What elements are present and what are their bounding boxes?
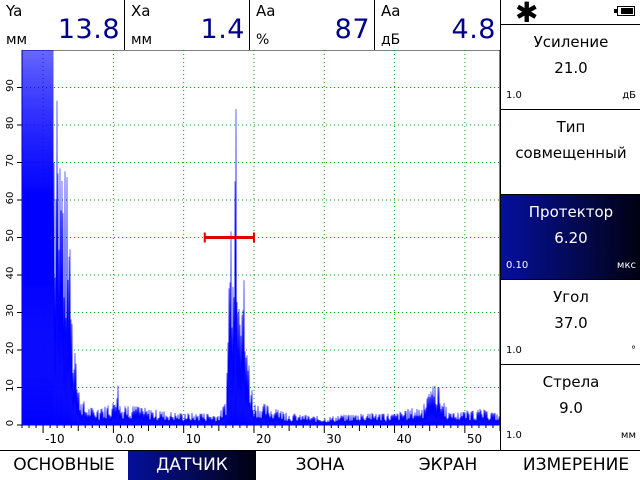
y-tick-label: 20 <box>5 342 16 355</box>
y-tick-label: 70 <box>5 154 16 167</box>
tab-sensor[interactable]: ДАТЧИК <box>128 451 256 480</box>
param-title: Стрела <box>542 373 600 391</box>
measurement-xa: Xa мм 1.4 <box>125 0 250 50</box>
y-tick-label: 60 <box>5 192 16 205</box>
measurement-unit: мм <box>131 32 153 48</box>
status-row: ✱ <box>501 0 640 29</box>
measurement-unit: дБ <box>381 32 401 48</box>
param-step: 0.10 <box>506 260 529 271</box>
param-step: 1.0 <box>506 430 522 441</box>
param-unit: мкс <box>616 260 636 271</box>
param-step: 1.0 <box>506 345 522 356</box>
param-title: Угол <box>553 288 589 306</box>
tab-screen[interactable]: ЭКРАН <box>384 451 512 480</box>
battery-icon <box>614 6 635 16</box>
param-unit: дБ <box>622 90 636 101</box>
measurement-value: 13.8 <box>57 14 120 45</box>
param-value: 21.0 <box>554 59 588 77</box>
param-value: 37.0 <box>554 314 588 332</box>
measurement-aa-percent: Aa % 87 <box>250 0 375 50</box>
param-title: Усиление <box>533 33 609 51</box>
param-value: совмещенный <box>515 144 627 162</box>
y-tick-label: 50 <box>5 229 16 242</box>
param-value: 9.0 <box>559 399 583 417</box>
param-unit: ° <box>631 345 636 356</box>
y-tick-label: 80 <box>5 117 16 130</box>
param-arrow[interactable]: Стрела 9.0 1.0 мм <box>501 365 640 450</box>
measurement-name: Ya <box>6 2 23 20</box>
param-title: Протектор <box>528 203 614 221</box>
x-tick-label: 20 <box>256 432 271 446</box>
param-angle[interactable]: Угол 37.0 1.0 ° <box>501 280 640 365</box>
measurement-name: Xa <box>131 2 151 20</box>
param-step: 1.0 <box>506 90 522 101</box>
param-value: 6.20 <box>554 229 588 247</box>
param-unit: мм <box>620 430 636 441</box>
y-tick-label: 40 <box>5 267 16 280</box>
parameter-panel: ✱ Усиление 21.0 1.0 дБ Тип совмещенный П… <box>500 0 640 450</box>
a-scan-chart[interactable]: 0 10 20 30 40 50 60 70 80 90 -10 0.0 10 20 30 40 50 <box>0 49 501 450</box>
y-tick-label: 90 <box>5 79 16 92</box>
x-tick-label: 50 <box>467 432 482 446</box>
tab-zone[interactable]: ЗОНА <box>256 451 384 480</box>
tab-measurement[interactable]: ИЗМЕРЕНИЕ <box>512 451 640 480</box>
x-tick-label: -10 <box>45 432 65 446</box>
measurement-value: 4.8 <box>451 14 496 45</box>
measurement-name: Aa <box>381 2 401 20</box>
measurement-aa-db: Aa дБ 4.8 <box>375 0 500 50</box>
param-title: Тип <box>556 118 586 136</box>
measurement-bar: Ya мм 13.8 Xa мм 1.4 Aa % 87 Aa дБ 4.8 <box>0 0 500 51</box>
x-tick-label: 40 <box>397 432 412 446</box>
param-gain[interactable]: Усиление 21.0 1.0 дБ <box>501 25 640 110</box>
x-tick-label: 10 <box>186 432 201 446</box>
y-tick-label: 10 <box>5 379 16 392</box>
x-tick-label: 0.0 <box>115 432 134 446</box>
param-protector[interactable]: Протектор 6.20 0.10 мкс <box>501 195 640 280</box>
measurement-value: 1.4 <box>200 14 245 45</box>
tab-basic[interactable]: ОСНОВНЫЕ <box>0 451 128 480</box>
menu-tabs: ОСНОВНЫЕ ДАТЧИК ЗОНА ЭКРАН ИЗМЕРЕНИЕ <box>0 450 640 480</box>
measurement-ya: Ya мм 13.8 <box>0 0 125 50</box>
measurement-name: Aa <box>256 2 276 20</box>
measurement-unit: мм <box>6 32 28 48</box>
y-tick-label: 30 <box>5 304 16 317</box>
y-tick-label: 0 <box>5 420 16 426</box>
measurement-value: 87 <box>334 14 370 45</box>
a-scan-svg[interactable]: 0 10 20 30 40 50 60 70 80 90 -10 0.0 10 20 30 40 50 <box>0 49 501 450</box>
x-tick-label: 30 <box>326 432 341 446</box>
param-type[interactable]: Тип совмещенный <box>501 110 640 195</box>
measurement-unit: % <box>256 32 270 48</box>
